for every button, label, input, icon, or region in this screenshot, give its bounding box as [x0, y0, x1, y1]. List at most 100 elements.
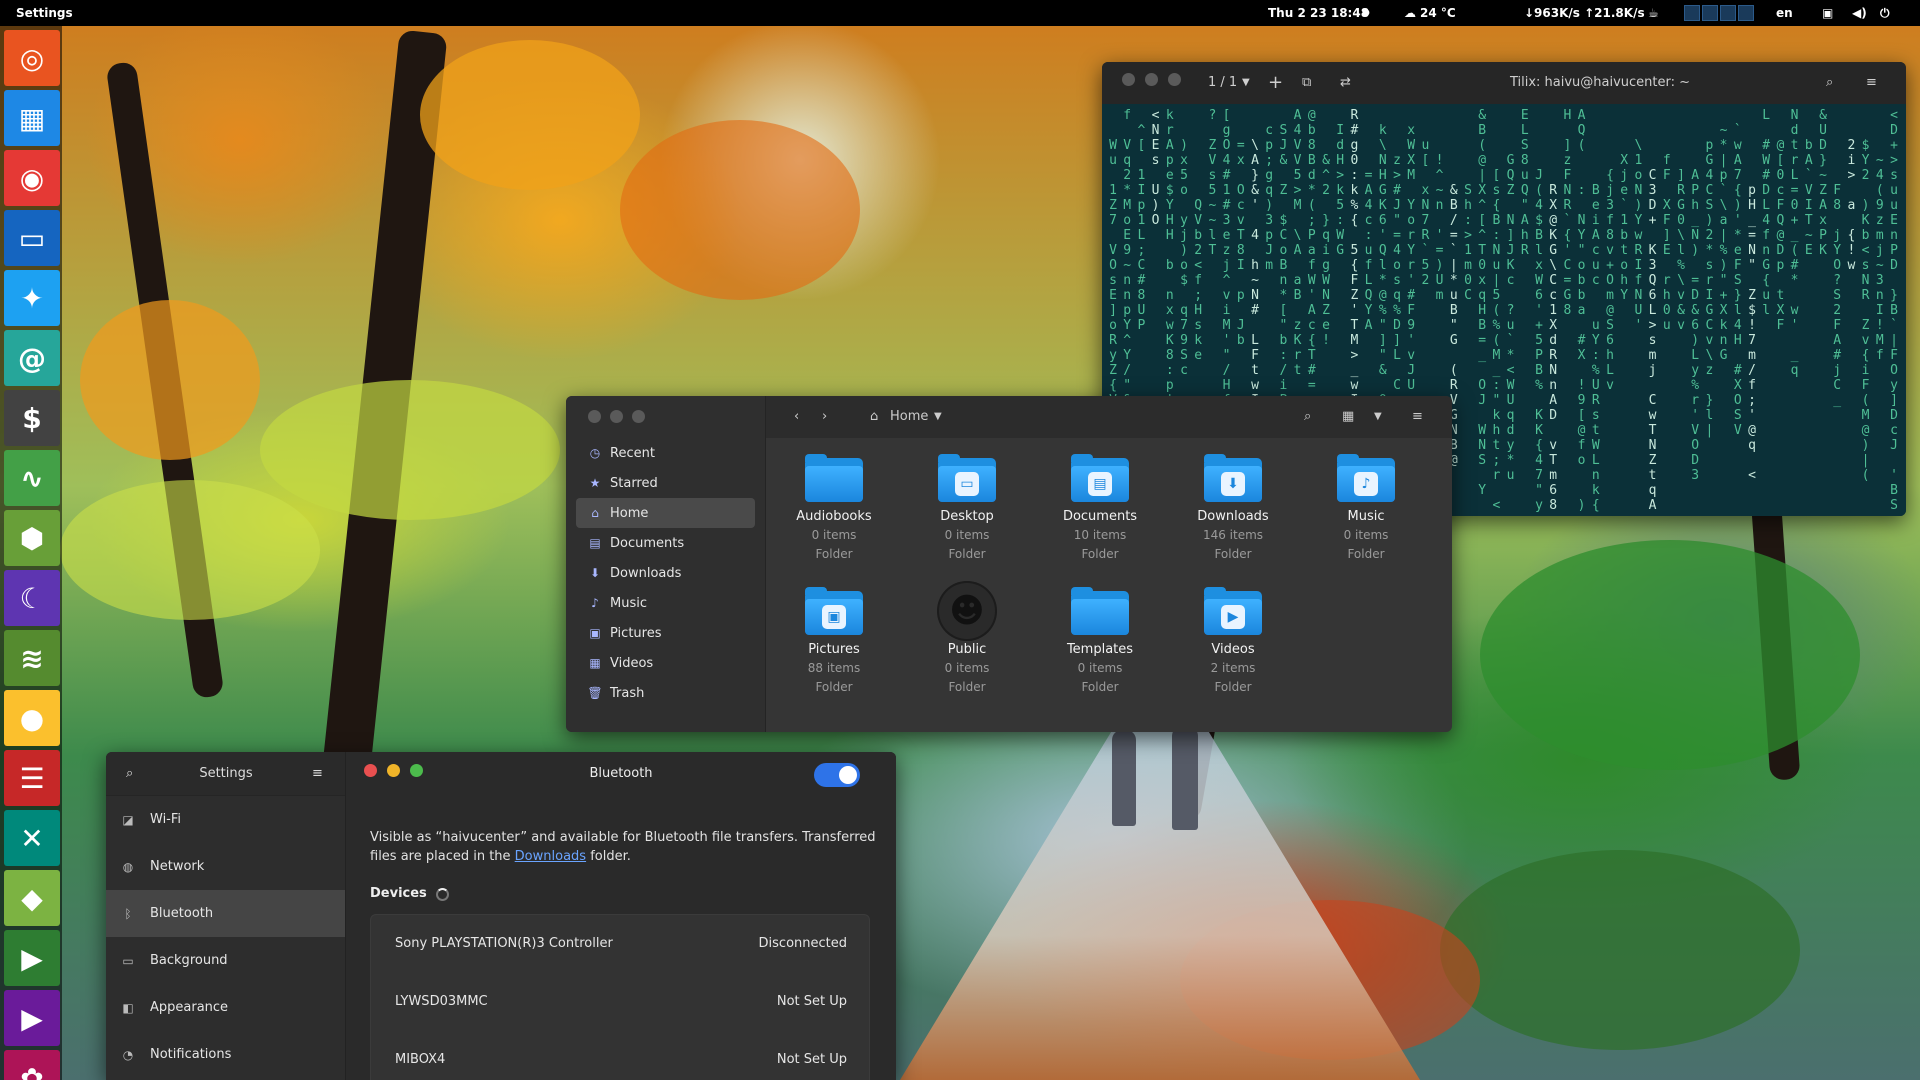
maximize-button[interactable]	[632, 410, 645, 423]
screen-icon[interactable]: ▣	[1822, 0, 1833, 26]
device-list: Sony PLAYSTATION(R)3 Controller Disconnec…	[370, 914, 870, 1080]
search-icon[interactable]: ⌕	[1304, 396, 1311, 438]
settings-item-bluetooth[interactable]: ᛒ Bluetooth	[106, 890, 345, 937]
dock-chat-icon[interactable]: ●	[4, 690, 60, 746]
menu-icon[interactable]: ≡	[312, 752, 323, 796]
menu-icon[interactable]: ≡	[1412, 396, 1423, 438]
minimize-button[interactable]	[610, 410, 623, 423]
forward-icon[interactable]: ›	[822, 396, 827, 438]
view-grid-icon[interactable]: ▦	[1342, 396, 1354, 438]
file-manager-window[interactable]: ◷ Recent ★ Starred ⌂ Home ▤ Documents ⬇ Downloads…	[566, 396, 1452, 732]
dock-network-icon[interactable]: ≋	[4, 630, 60, 686]
sidebar-item-starred[interactable]: ★ Starred	[576, 468, 755, 498]
folder-type: Folder	[948, 680, 986, 694]
dock-system-monitor-icon[interactable]: ∿	[4, 450, 60, 506]
folder-videos[interactable]: ▶ Videos 2 items Folder	[1173, 587, 1293, 697]
dock-extra-icon[interactable]: ✿	[4, 1050, 60, 1080]
folder-documents[interactable]: ▤ Documents 10 items Folder	[1040, 454, 1160, 564]
dock-player-icon[interactable]: ▶	[4, 990, 60, 1046]
device-row[interactable]: Sony PLAYSTATION(R)3 Controller Disconnec…	[371, 915, 871, 973]
folder-desktop[interactable]: ▭ Desktop 0 items Folder	[907, 454, 1027, 564]
dock-news-icon[interactable]: ☰	[4, 750, 60, 806]
sidebar-item-home[interactable]: ⌂ Home	[576, 498, 755, 528]
dock-windows-tiles-icon[interactable]: ▦	[4, 90, 60, 146]
sidebar-item-trash[interactable]: 🗑 Trash	[576, 678, 755, 708]
split-icon[interactable]: ⧉	[1302, 62, 1311, 104]
search-icon[interactable]: ⌕	[1826, 62, 1833, 104]
downloads-link[interactable]: Downloads	[515, 849, 586, 864]
terminal-title: Tilix: haivu@haivucenter: ~	[1509, 75, 1691, 90]
clock-icon: ◷	[589, 446, 601, 460]
dock-thunderbird-icon[interactable]: ☾	[4, 570, 60, 626]
folder-type: Folder	[1347, 547, 1385, 561]
folder-name: Documents	[1062, 509, 1138, 524]
location-label[interactable]: Home	[890, 396, 928, 438]
bluetooth-description: Visible as “haivucenter” and available f…	[370, 828, 880, 866]
settings-item-background[interactable]: ▭ Background	[106, 937, 345, 984]
session-counter[interactable]: 1 / 1	[1208, 62, 1237, 104]
sidebar-item-downloads[interactable]: ⬇ Downloads	[576, 558, 755, 588]
device-row[interactable]: MIBOX4 Not Set Up	[371, 1031, 871, 1080]
close-button[interactable]	[1122, 73, 1135, 86]
files-headerbar: ‹ › ⌂ Home ▼ ⌕ ▦ ▼ ≡	[766, 396, 1452, 438]
chevron-down-icon[interactable]: ▼	[1242, 62, 1250, 104]
menu-icon[interactable]: ≡	[1866, 62, 1877, 104]
maximize-button[interactable]	[1168, 73, 1182, 86]
close-button[interactable]	[588, 410, 601, 423]
appearance-icon: ◧	[122, 1000, 134, 1015]
sidebar-item-label: Home	[610, 505, 649, 521]
sync-input-icon[interactable]: ⇄	[1340, 62, 1351, 104]
dock-crossover-icon[interactable]: ✕	[4, 810, 60, 866]
sidebar-item-pictures[interactable]: ▣ Pictures	[576, 618, 755, 648]
settings-item-appearance[interactable]: ◧ Appearance	[106, 984, 345, 1031]
sidebar-item-recent[interactable]: ◷ Recent	[576, 438, 755, 468]
dock-terminal-icon[interactable]: $	[4, 390, 60, 446]
active-app-name[interactable]: Settings	[16, 0, 73, 26]
dock-twitter-icon[interactable]: ✦	[4, 270, 60, 326]
settings-item-network[interactable]: ◍ Network	[106, 843, 345, 890]
bluetooth-toggle[interactable]	[814, 763, 860, 787]
keyboard-layout[interactable]: en	[1776, 0, 1793, 26]
weather-temp[interactable]: 24 °C	[1420, 0, 1456, 26]
chevron-down-icon[interactable]: ▼	[934, 396, 942, 438]
caffeine-icon[interactable]: ☕	[1648, 0, 1659, 26]
bluetooth-icon: ᛒ	[124, 906, 132, 921]
download-icon: ⬇	[589, 566, 601, 580]
folder-audiobooks[interactable]: Audiobooks 0 items Folder	[774, 454, 894, 564]
devices-label: Devices	[370, 886, 427, 901]
view-options-icon[interactable]: ▼	[1374, 396, 1382, 438]
folder-icon: ♪	[1337, 454, 1395, 502]
dock-ubuntu-icon[interactable]: ◎	[4, 30, 60, 86]
settings-item-notifications[interactable]: ◔ Notifications	[106, 1031, 345, 1078]
settings-window[interactable]: ⌕ Settings ≡ ◪ Wi-Fi ◍ Network ᛒ Bluetooth ▭ Ba…	[106, 752, 896, 1080]
folder-public[interactable]: ☻ Public 0 items Folder	[907, 581, 1027, 697]
settings-item-wi-fi[interactable]: ◪ Wi-Fi	[106, 796, 345, 843]
sidebar-item-documents[interactable]: ▤ Documents	[576, 528, 755, 558]
sidebar-item-music[interactable]: ♪ Music	[576, 588, 755, 618]
dock-files-icon[interactable]: ▭	[4, 210, 60, 266]
system-monitor-graph[interactable]	[1684, 5, 1754, 21]
folder-music[interactable]: ♪ Music 0 items Folder	[1306, 454, 1426, 564]
dock-software-icon[interactable]: ⬢	[4, 510, 60, 566]
dock-video-icon[interactable]: ▶	[4, 930, 60, 986]
terminal-titlebar[interactable]: 1 / 1 ▼ + ⧉ ⇄ Tilix: haivu@haivucenter: …	[1102, 62, 1906, 104]
dock-chrome-icon[interactable]: ◉	[4, 150, 60, 206]
folder-downloads[interactable]: ⬇ Downloads 146 items Folder	[1173, 454, 1293, 564]
add-session-icon[interactable]: +	[1268, 62, 1283, 104]
net-speed[interactable]: ↓963K/s ↑21.8K/s	[1524, 0, 1645, 26]
power-icon[interactable]: ⏻	[1880, 0, 1890, 26]
folder-templates[interactable]: Templates 0 items Folder	[1040, 587, 1160, 697]
folder-type: Folder	[948, 547, 986, 561]
folder-name: Desktop	[940, 509, 994, 524]
device-row[interactable]: LYWSD03MMC Not Set Up	[371, 973, 871, 1031]
dock-games-icon[interactable]: ◆	[4, 870, 60, 926]
settings-title: Settings	[199, 766, 253, 781]
weather-icon[interactable]: ☁	[1404, 0, 1416, 26]
back-icon[interactable]: ‹	[794, 396, 799, 438]
volume-icon[interactable]: ◀)	[1852, 0, 1867, 26]
minimize-button[interactable]	[1145, 73, 1159, 86]
sidebar-item-videos[interactable]: ▦ Videos	[576, 648, 755, 678]
dock-mail-icon[interactable]: @	[4, 330, 60, 386]
clock[interactable]: Thu 2 23 18:48	[1268, 0, 1369, 26]
folder-pictures[interactable]: ▣ Pictures 88 items Folder	[774, 587, 894, 697]
